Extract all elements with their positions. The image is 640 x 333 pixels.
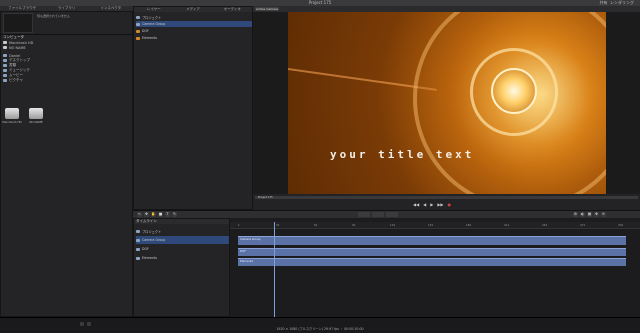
canvas-image[interactable]: your title text	[288, 12, 606, 194]
timeline-panel[interactable]: 1 31 61 91 121 151 181 211 241 271 301 C…	[230, 218, 640, 317]
home-folder-icon	[3, 54, 7, 57]
preview-text: 何も選択されていません	[37, 14, 70, 18]
camera-group-icon	[136, 22, 140, 26]
render-menu[interactable]: レンダリング	[610, 0, 634, 5]
record-button[interactable]: ●	[447, 202, 451, 207]
tool-group-right: ⚙ ◐ ▦ ❖ ✳	[573, 212, 606, 217]
status-bar: 1920 × 1080 (フルスクリーン) 29.97 fps ・ 00:00:…	[0, 317, 640, 333]
layer-row[interactable]: Camera Group	[136, 21, 252, 27]
folder-icon	[3, 79, 7, 82]
ruler-tick: 31	[276, 223, 280, 227]
ruler-tick: 301	[618, 223, 624, 227]
pan-tool-icon[interactable]: ✋	[151, 212, 156, 217]
drive-icon	[3, 41, 7, 44]
timeline-layer-row[interactable]: Elements	[136, 254, 229, 262]
title-text[interactable]: your title text	[330, 148, 474, 161]
camera-dropdown[interactable]: Active Camera	[255, 7, 279, 11]
timeline-layers-panel: タイムライン プロジェクト Camera Group DOF Elements	[133, 218, 230, 317]
transform-tool-icon[interactable]: ✥	[144, 212, 149, 217]
transport-controls: ◀◀ ◀ ▶ ▶▶ ●	[413, 202, 451, 207]
folder-icon	[3, 74, 7, 77]
text-tool-icon[interactable]: T	[165, 212, 170, 217]
rewind-button[interactable]: ◀◀	[413, 202, 419, 207]
drive-icon	[29, 108, 43, 119]
layer-thumbnail-icon	[136, 29, 140, 33]
timeline-track[interactable]: Camera Group	[238, 236, 626, 245]
preview-box	[3, 13, 33, 33]
view-mode-button[interactable]	[386, 212, 398, 217]
tab-media[interactable]: メディア	[173, 7, 212, 12]
drive-thumbnail[interactable]: Macintosh HD	[2, 108, 22, 124]
camera-group-icon	[136, 238, 140, 242]
layer-row[interactable]: プロジェクト	[136, 14, 252, 20]
drive-thumbnail[interactable]: NO NAME	[27, 108, 45, 124]
view-mode-button[interactable]	[372, 212, 384, 217]
mini-timeline[interactable]: Project 175	[255, 196, 638, 199]
particles-icon[interactable]: ✳	[601, 212, 606, 217]
ruler-tick: 181	[466, 223, 472, 227]
thumbnail-grid: Macintosh HD NO NAME	[2, 108, 45, 124]
ruler-tick: 91	[352, 223, 356, 227]
canvas-viewer: Active Camera your title text Project 17…	[253, 6, 640, 210]
folder-icon	[3, 69, 7, 72]
folder-icon	[3, 59, 7, 62]
add-behavior-icon[interactable]: ⚙	[573, 212, 578, 217]
layers-panel: レイヤー メディア オーディオ プロジェクト Camera Group DOF …	[133, 6, 253, 210]
ruler-tick: 61	[314, 223, 318, 227]
step-forward-button[interactable]: ▶▶	[437, 202, 443, 207]
pen-tool-icon[interactable]: ✎	[172, 212, 177, 217]
timeline-layer-row[interactable]: DOF	[136, 245, 229, 253]
viewer-transport-bar: Project 175 ◀◀ ◀ ▶ ▶▶ ●	[253, 194, 640, 210]
project-icon	[136, 229, 140, 233]
timeline-track[interactable]: Elements	[238, 258, 626, 266]
ruler-tick: 121	[390, 223, 396, 227]
drive-icon	[3, 46, 7, 49]
ruler-tick: 151	[428, 223, 434, 227]
timeline-ruler[interactable]: 1 31 61 91 121 151 181 211 241 271 301	[230, 222, 640, 229]
tool-group-left: ↖ ✥ ✋ ■ T ✎	[137, 212, 177, 217]
project-icon	[136, 15, 140, 19]
timeline-track[interactable]: DOF	[238, 248, 626, 256]
layer-icon	[136, 256, 140, 260]
status-text: 1920 × 1080 (フルスクリーン) 29.97 fps ・ 00:00:…	[276, 327, 364, 331]
drive-icon	[5, 108, 19, 119]
tab-audio[interactable]: オーディオ	[213, 7, 252, 12]
ruler-tick: 271	[580, 223, 586, 227]
file-browser-panel: 何も選択されていません コンピュータ Macintosh HD NO NAME …	[0, 11, 133, 317]
ruler-tick: 211	[504, 223, 510, 227]
layers-tabs: レイヤー メディア オーディオ	[134, 7, 252, 12]
source-item[interactable]: ピクチャ	[3, 78, 131, 83]
tool-group-center	[358, 212, 398, 217]
timeline-title: タイムライン	[134, 219, 229, 224]
ruler-tick: 241	[542, 223, 548, 227]
source-list: Macintosh HD NO NAME Daniel デスクトップ 書類 ミュ…	[3, 40, 131, 83]
select-tool-icon[interactable]: ↖	[137, 212, 142, 217]
filters-icon[interactable]: ◐	[580, 212, 585, 217]
layer-icon	[136, 247, 140, 251]
replicate-icon[interactable]: ❖	[594, 212, 599, 217]
timeline-layer-row[interactable]: プロジェクト	[136, 227, 229, 235]
tab-layers[interactable]: レイヤー	[134, 7, 173, 12]
folder-icon	[3, 64, 7, 67]
lens-core	[491, 68, 537, 114]
layer-row[interactable]: Elements	[136, 35, 252, 41]
layer-thumbnail-icon	[136, 36, 140, 40]
view-mode-button[interactable]	[358, 212, 370, 217]
mini-timeline-label: Project 175	[258, 196, 273, 199]
step-back-button[interactable]: ◀	[423, 202, 426, 207]
ruler-tick: 1	[238, 223, 240, 227]
shape-tool-icon[interactable]: ■	[158, 212, 163, 217]
generators-icon[interactable]: ▦	[587, 212, 592, 217]
playhead[interactable]	[274, 222, 275, 317]
play-button[interactable]: ▶	[430, 202, 433, 207]
layer-row[interactable]: DOF	[136, 28, 252, 34]
timeline-layer-row[interactable]: Camera Group	[136, 236, 229, 244]
share-menu[interactable]: 共有	[599, 0, 607, 5]
